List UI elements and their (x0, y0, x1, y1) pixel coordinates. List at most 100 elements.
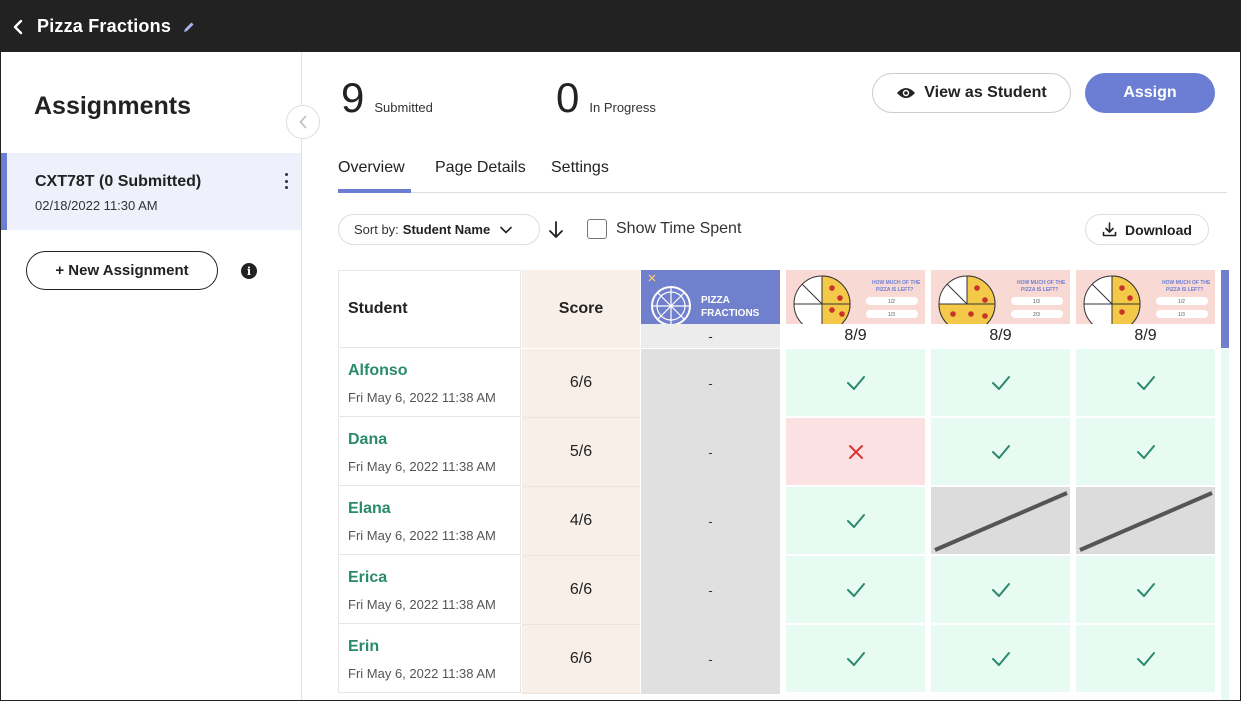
sort-dropdown[interactable]: Sort by: Student Name (338, 214, 540, 245)
student-name[interactable]: Alfonso (348, 362, 408, 380)
response-cell-correct[interactable] (786, 625, 925, 692)
student-submission-date: Fri May 6, 2022 11:38 AM (348, 390, 496, 405)
response-cell-correct[interactable] (1076, 625, 1215, 692)
response-cell-correct[interactable] (931, 556, 1070, 623)
in-progress-count: 0 (556, 74, 580, 121)
response-cell-correct[interactable] (1076, 418, 1215, 485)
response-cell-correct[interactable] (1076, 349, 1215, 416)
check-icon (1136, 651, 1156, 667)
svg-text:HOW MUCH OF THE: HOW MUCH OF THE (872, 280, 921, 286)
view-as-student-label: View as Student (924, 84, 1047, 101)
tab-overview[interactable]: Overview (338, 157, 411, 193)
results-grid: Student Score PIZZA FRACTIONS - HOW MUCH… (338, 270, 1240, 700)
page-score: 8/9 (1076, 324, 1215, 348)
download-icon (1102, 222, 1117, 237)
check-icon (991, 375, 1011, 391)
no-response-icon (931, 487, 1070, 554)
tab-page-details[interactable]: Page Details (435, 157, 526, 193)
student-submission-date: Fri May 6, 2022 11:38 AM (348, 666, 496, 681)
tab-bar: Overview Page Details Settings (338, 157, 1227, 193)
response-cell-incorrect[interactable] (786, 418, 925, 485)
question-page-art: HOW MUCH OF THE PIZZA IS LEFT? 1/2 1/3 (786, 270, 925, 324)
student-name[interactable]: Dana (348, 431, 387, 449)
check-icon (846, 582, 866, 598)
no-response-icon (1076, 487, 1215, 554)
cover-title-line2: FRACTIONS (701, 308, 760, 319)
student-name[interactable]: Erin (348, 638, 379, 656)
submitted-stat: 9 Submitted (341, 74, 433, 122)
student-cell: Alfonso Fri May 6, 2022 11:38 AM (338, 349, 521, 417)
sort-prefix: Sort by: (354, 222, 399, 237)
cover-page-art: PIZZA FRACTIONS (641, 270, 780, 324)
svg-text:PIZZA IS LEFT?: PIZZA IS LEFT? (1166, 287, 1203, 293)
student-cell: Erica Fri May 6, 2022 11:38 AM (338, 556, 521, 624)
download-button[interactable]: Download (1085, 214, 1209, 245)
response-cell-correct[interactable] (931, 625, 1070, 692)
page-score: - (641, 324, 780, 348)
assignment-date: 02/18/2022 11:30 AM (35, 198, 158, 213)
new-assignment-button[interactable]: + New Assignment (26, 251, 218, 290)
check-icon (846, 375, 866, 391)
question-page-art: HOW MUCH OF THE PIZZA IS LEFT? 1/2 1/3 (1076, 270, 1215, 324)
response-cell-no-response[interactable] (931, 487, 1070, 554)
x-icon (848, 444, 864, 460)
student-submission-date: Fri May 6, 2022 11:38 AM (348, 528, 496, 543)
arrow-down-icon[interactable] (547, 220, 565, 240)
page-thumbnail-3[interactable]: HOW MUCH OF THE PIZZA IS LEFT? 1/2 1/3 8… (1076, 270, 1215, 348)
check-icon (846, 651, 866, 667)
show-time-checkbox[interactable] (587, 219, 607, 239)
assignment-name: CXT78T (0 Submitted) (35, 173, 202, 190)
back-chevron-icon[interactable] (13, 19, 27, 34)
cover-title-line1: PIZZA (701, 295, 730, 306)
view-as-student-button[interactable]: View as Student (872, 73, 1071, 113)
question-page-art: HOW MUCH OF THE PIZZA IS LEFT? 1/3 2/3 (931, 270, 1070, 324)
answer-option: 1/3 (1178, 312, 1185, 318)
svg-text:HOW MUCH OF THE: HOW MUCH OF THE (1162, 280, 1211, 286)
table-row: Elana Fri May 6, 2022 11:38 AM 4/6- (338, 487, 1240, 556)
student-score: 6/6 (522, 349, 640, 418)
eye-icon (896, 86, 916, 100)
answer-option: 1/3 (1033, 299, 1040, 305)
cover-page-cell: - (641, 349, 780, 418)
page-thumbnail-2[interactable]: HOW MUCH OF THE PIZZA IS LEFT? 1/3 2/3 8… (931, 270, 1070, 348)
assign-button[interactable]: Assign (1085, 73, 1215, 113)
top-bar: Pizza Fractions (1, 1, 1240, 52)
page-score: 8/9 (931, 324, 1070, 348)
response-cell-correct[interactable] (786, 487, 925, 554)
answer-option: 2/3 (1033, 312, 1040, 318)
main-panel: 9 Submitted 0 In Progress View as Studen… (303, 52, 1240, 700)
response-cell-correct[interactable] (786, 349, 925, 416)
in-progress-stat: 0 In Progress (556, 74, 656, 122)
cover-page-cell: - (641, 487, 780, 556)
student-score: 4/6 (522, 487, 640, 556)
student-column-header[interactable]: Student (338, 270, 521, 348)
page-thumbnail-1[interactable]: HOW MUCH OF THE PIZZA IS LEFT? 1/2 1/3 8… (786, 270, 925, 348)
student-name[interactable]: Elana (348, 500, 391, 518)
score-column-header[interactable]: Score (522, 270, 640, 348)
collapse-sidebar-button[interactable] (286, 105, 320, 139)
student-name[interactable]: Erica (348, 569, 387, 587)
assignment-item[interactable]: CXT78T (0 Submitted) 02/18/2022 11:30 AM (1, 153, 301, 230)
next-page-thumbnail-edge[interactable] (1221, 270, 1229, 348)
assignments-sidebar: Assignments CXT78T (0 Submitted) 02/18/2… (1, 52, 302, 700)
page-thumbnail-cover[interactable]: PIZZA FRACTIONS - (641, 270, 780, 348)
cover-page-cell: - (641, 625, 780, 694)
student-score: 6/6 (522, 556, 640, 625)
table-row: Alfonso Fri May 6, 2022 11:38 AM 6/6- (338, 349, 1240, 418)
info-icon[interactable]: i (241, 263, 257, 279)
response-cell-correct[interactable] (1076, 556, 1215, 623)
response-cell-correct[interactable] (931, 418, 1070, 485)
check-icon (991, 444, 1011, 460)
answer-option: 1/2 (1178, 299, 1185, 305)
chevron-left-icon (299, 115, 307, 129)
check-icon (991, 582, 1011, 598)
response-cell-correct[interactable] (786, 556, 925, 623)
response-cell-correct[interactable] (931, 349, 1070, 416)
response-cell-no-response[interactable] (1076, 487, 1215, 554)
student-cell: Elana Fri May 6, 2022 11:38 AM (338, 487, 521, 555)
tab-settings[interactable]: Settings (551, 157, 609, 193)
more-vertical-icon[interactable] (283, 173, 289, 189)
table-row: Dana Fri May 6, 2022 11:38 AM 5/6- (338, 418, 1240, 487)
student-submission-date: Fri May 6, 2022 11:38 AM (348, 459, 496, 474)
pencil-icon[interactable] (183, 21, 195, 33)
